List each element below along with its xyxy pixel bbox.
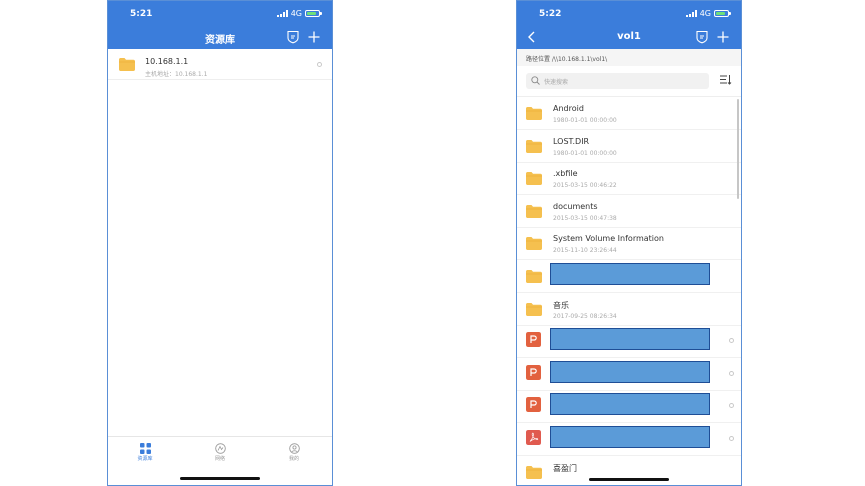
list-item[interactable] bbox=[517, 390, 741, 424]
folder-icon bbox=[526, 237, 542, 251]
grid-icon bbox=[139, 443, 151, 454]
folder-icon bbox=[526, 139, 542, 153]
folder-icon bbox=[526, 204, 542, 218]
list-item[interactable]: documents 2015-03-15 00:47:38 bbox=[517, 195, 741, 228]
battery-icon bbox=[305, 10, 322, 17]
phone-screen-library: 5:21 4G 资源库 10.168.1.1 主机地址：10.168.1.1 资… bbox=[107, 0, 333, 486]
list-item[interactable] bbox=[517, 423, 741, 456]
file-date: 2015-03-15 00:46:22 bbox=[553, 182, 617, 190]
folder-icon bbox=[119, 58, 135, 71]
select-radio[interactable] bbox=[729, 370, 734, 376]
list-item[interactable] bbox=[517, 358, 741, 391]
pdf-icon bbox=[526, 430, 541, 445]
user-icon bbox=[288, 443, 300, 454]
file-date: 2015-03-15 00:47:38 bbox=[553, 214, 617, 222]
tab-label: 网络 bbox=[214, 456, 225, 462]
folder-icon bbox=[526, 302, 542, 316]
battery-icon bbox=[714, 10, 731, 17]
tab-label: 资源库 bbox=[137, 456, 153, 462]
file-name: .xbfile bbox=[553, 169, 578, 179]
select-radio[interactable] bbox=[729, 338, 734, 344]
signal-icon bbox=[276, 10, 288, 17]
file-name: 喜盈门 bbox=[553, 463, 577, 473]
home-indicator bbox=[589, 478, 669, 481]
filter-icon[interactable] bbox=[286, 30, 300, 44]
file-name: Android bbox=[553, 104, 584, 113]
list-item[interactable]: System Volume Information 2015-11-10 23:2… bbox=[517, 227, 741, 261]
folder-icon bbox=[526, 270, 542, 283]
file-name: System Volume Information bbox=[553, 234, 664, 244]
phone-screen-folder: 5:22 4G vol1 路径位置 /\\10.168.1.1\vol1\ 快速… bbox=[516, 0, 742, 486]
filter-icon[interactable] bbox=[695, 30, 709, 44]
sort-icon[interactable] bbox=[719, 73, 732, 86]
status-time: 5:22 bbox=[539, 9, 562, 19]
list-item[interactable]: 喜盈门 bbox=[517, 456, 741, 485]
select-radio[interactable] bbox=[317, 62, 322, 67]
status-indicators: 4G bbox=[685, 9, 731, 18]
list-item[interactable] bbox=[517, 260, 741, 293]
home-indicator bbox=[180, 477, 260, 480]
host-item[interactable]: 10.168.1.1 主机地址：10.168.1.1 bbox=[108, 53, 332, 80]
breadcrumb: 路径位置 /\\10.168.1.1\vol1\ bbox=[517, 49, 741, 66]
add-icon[interactable] bbox=[716, 30, 730, 44]
network-label: 4G bbox=[699, 9, 711, 18]
file-date: 2015-11-10 23:26:44 bbox=[553, 247, 617, 255]
select-radio[interactable] bbox=[729, 403, 734, 409]
status-time: 5:21 bbox=[130, 9, 153, 19]
redaction-box bbox=[550, 263, 710, 285]
network-label: 4G bbox=[290, 9, 302, 18]
redaction-box bbox=[550, 393, 710, 416]
host-name: 10.168.1.1 bbox=[145, 57, 189, 66]
file-date: 1980-01-01 00:00:00 bbox=[553, 117, 617, 124]
select-radio[interactable] bbox=[729, 436, 734, 441]
tab-label: 我的 bbox=[288, 456, 299, 462]
folder-header: 5:22 4G vol1 bbox=[517, 1, 741, 49]
file-date: 2017-09-25 08:26:34 bbox=[553, 312, 617, 320]
redaction-box bbox=[550, 360, 710, 383]
redaction-box bbox=[550, 426, 710, 448]
file-name: documents bbox=[553, 201, 598, 211]
redaction-box bbox=[550, 328, 710, 351]
ppt-icon bbox=[526, 364, 541, 380]
ppt-icon bbox=[526, 332, 541, 348]
library-header: 5:21 4G 资源库 bbox=[108, 1, 332, 49]
signal-icon bbox=[685, 10, 697, 17]
list-item[interactable]: Android 1980-01-01 00:00:00 bbox=[517, 97, 741, 130]
list-item[interactable]: .xbfile 2015-03-15 00:46:22 bbox=[517, 162, 741, 196]
search-placeholder: 快速搜索 bbox=[544, 79, 569, 86]
folder-icon bbox=[526, 172, 542, 186]
folder-icon bbox=[526, 107, 542, 120]
tab-bar: 资源库 网络 我的 bbox=[108, 436, 332, 485]
list-item[interactable]: LOST.DIR 1980-01-01 00:00:00 bbox=[517, 130, 741, 163]
status-indicators: 4G bbox=[276, 9, 322, 18]
folder-icon bbox=[526, 465, 542, 479]
add-icon[interactable] bbox=[307, 30, 321, 44]
file-date: 1980-01-01 00:00:00 bbox=[553, 149, 617, 157]
tab-network[interactable]: 网络 bbox=[200, 443, 240, 462]
list-item[interactable] bbox=[517, 325, 741, 359]
file-name: LOST.DIR bbox=[553, 136, 590, 146]
path-text: 路径位置 /\\10.168.1.1\vol1\ bbox=[526, 56, 608, 63]
host-address: 主机地址：10.168.1.1 bbox=[145, 71, 208, 78]
search-bar: 快速搜索 bbox=[517, 66, 741, 97]
tab-library[interactable]: 资源库 bbox=[125, 443, 165, 462]
list-item[interactable]: 音乐 2017-09-25 08:26:34 bbox=[517, 293, 741, 326]
tab-mine[interactable]: 我的 bbox=[274, 443, 314, 462]
file-name: 音乐 bbox=[553, 300, 569, 310]
network-icon bbox=[214, 443, 226, 454]
scrollbar[interactable] bbox=[737, 99, 739, 199]
search-input[interactable]: 快速搜索 bbox=[526, 73, 709, 89]
ppt-icon bbox=[526, 397, 541, 413]
search-icon bbox=[531, 76, 540, 85]
